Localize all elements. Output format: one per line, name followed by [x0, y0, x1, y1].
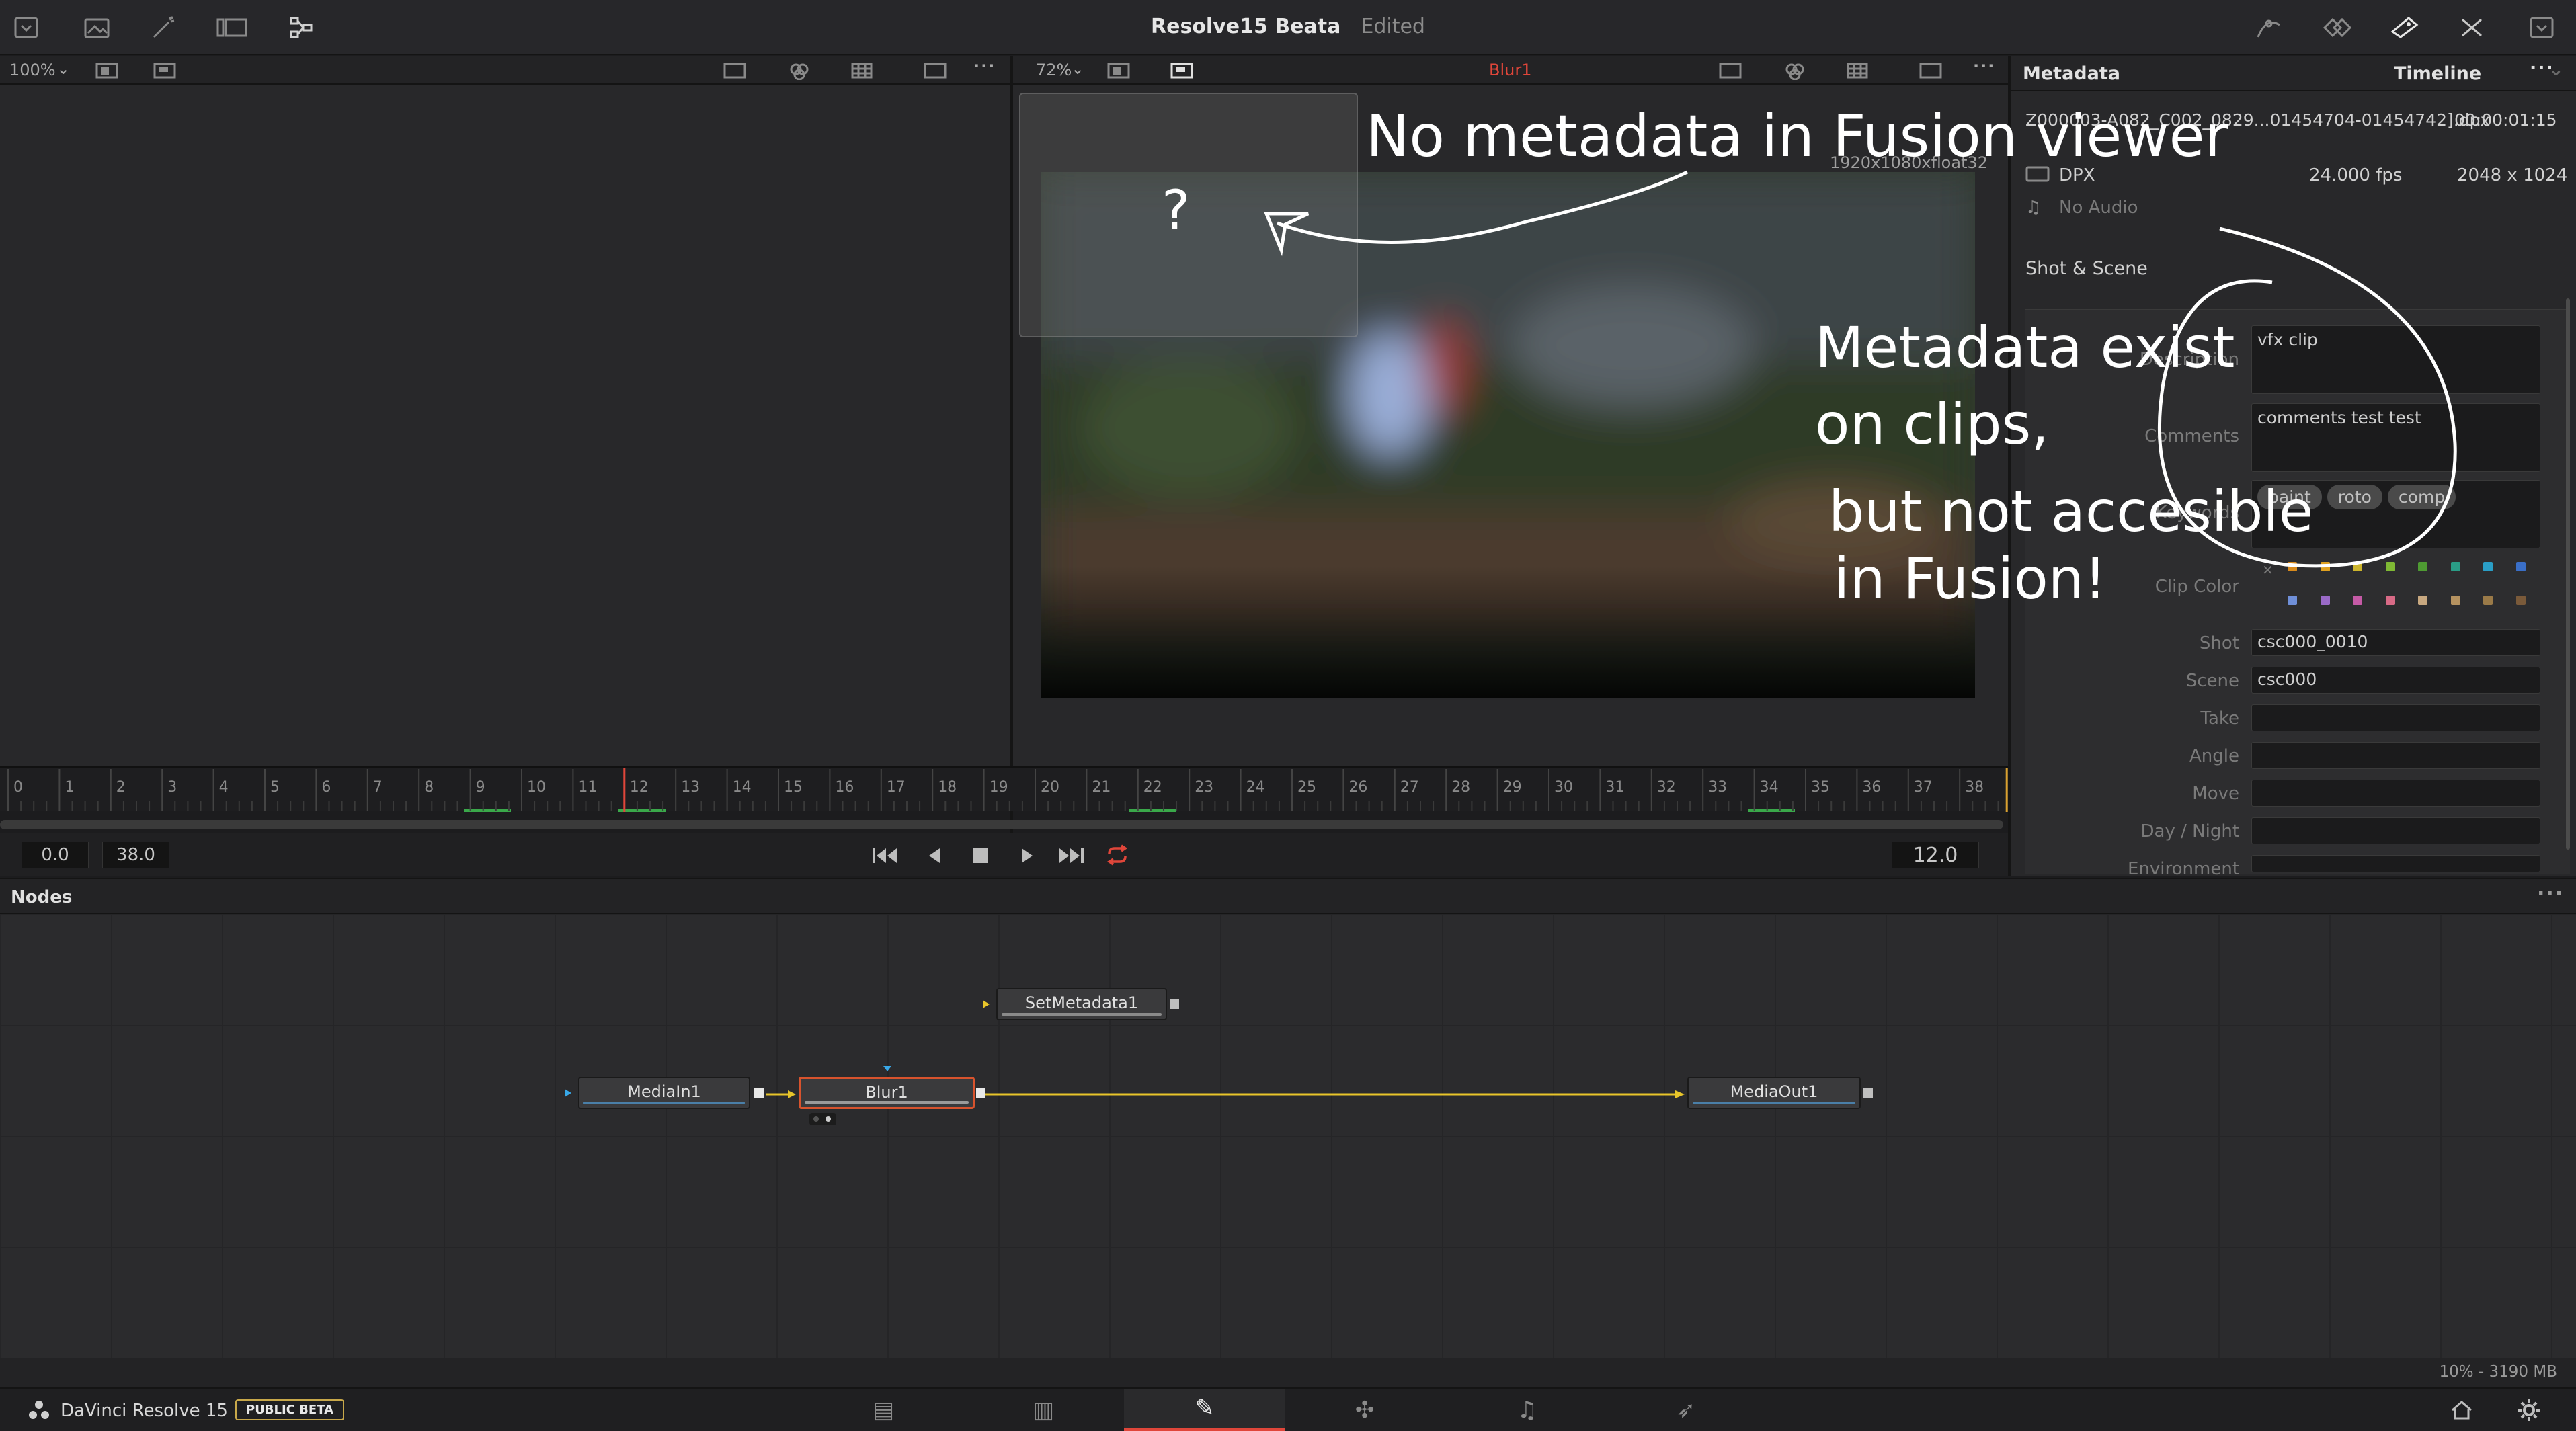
app-name: DaVinci Resolve 15	[61, 1401, 228, 1421]
node-ports	[565, 999, 1873, 1125]
davinci-logo-icon	[27, 1399, 51, 1421]
edit-page-tab-icon[interactable]: ✎	[1124, 1389, 1285, 1431]
status-strip: 10% - 3190 MB	[0, 1358, 2576, 1387]
cut-page-tab-icon[interactable]: ▥	[963, 1389, 1124, 1431]
fairlight-page-tab-icon[interactable]: ➶	[1605, 1389, 1767, 1431]
color-page-tab-icon[interactable]: ♫	[1447, 1389, 1608, 1431]
home-icon[interactable]	[2450, 1399, 2474, 1421]
media-page-tab-icon[interactable]: ▤	[803, 1389, 964, 1431]
public-beta-badge: PUBLIC BETA	[235, 1399, 344, 1420]
page-navigation-bar: DaVinci Resolve 15 PUBLIC BETA ▤ ▥ ✎ ✣ ♫ ➶	[0, 1387, 2576, 1431]
fusion-page-tab-icon[interactable]: ✣	[1284, 1389, 1445, 1431]
memory-status: 10% - 3190 MB	[2439, 1363, 2557, 1381]
settings-gear-icon[interactable]	[2517, 1398, 2541, 1422]
